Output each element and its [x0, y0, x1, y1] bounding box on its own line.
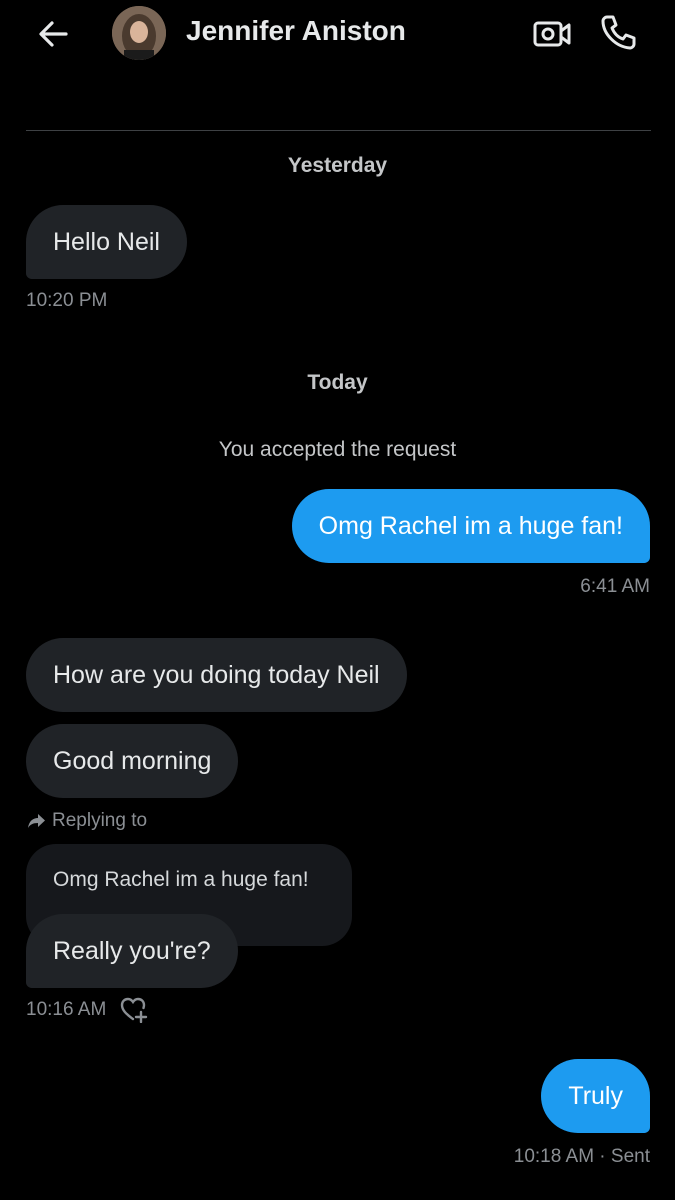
video-call-button[interactable] — [532, 14, 572, 54]
date-separator-yesterday: Yesterday — [287, 154, 388, 177]
voice-call-button[interactable] — [598, 12, 638, 52]
message-timestamp: 10:16 AM — [26, 999, 107, 1020]
arrow-left-icon — [39, 21, 68, 47]
message-bubble-incoming[interactable]: Hello Neil — [26, 205, 187, 279]
date-separator-today: Today — [307, 371, 368, 394]
back-button[interactable] — [36, 16, 72, 52]
heart-plus-icon — [120, 997, 148, 1024]
header-divider — [26, 130, 651, 131]
reply-label-text: Replying to — [52, 810, 148, 831]
message-timestamp-status: 10:18 AM · Sent — [513, 1146, 650, 1167]
reply-indicator: Replying to — [26, 810, 147, 832]
message-timestamp: 6:41 AM — [580, 576, 650, 597]
phone-icon — [601, 15, 636, 50]
conversation-header: Jennifer Aniston — [0, 0, 675, 70]
reply-arrow-icon — [28, 814, 45, 828]
profile-photo-icon — [112, 6, 166, 60]
system-message: You accepted the request — [218, 438, 457, 461]
message-bubble-outgoing[interactable]: Truly — [541, 1059, 650, 1133]
message-bubble-incoming[interactable]: Good morning — [26, 724, 239, 798]
avatar[interactable] — [112, 6, 166, 60]
video-camera-icon — [533, 21, 571, 47]
message-bubble-incoming[interactable]: How are you doing today Neil — [26, 638, 407, 712]
message-bubble-outgoing[interactable]: Omg Rachel im a huge fan! — [291, 489, 650, 563]
message-bubble-incoming[interactable]: Really you're? — [26, 914, 238, 988]
conversation-title[interactable]: Jennifer Aniston — [186, 15, 406, 47]
message-timestamp: 10:20 PM — [26, 290, 108, 311]
react-button[interactable] — [120, 997, 148, 1024]
